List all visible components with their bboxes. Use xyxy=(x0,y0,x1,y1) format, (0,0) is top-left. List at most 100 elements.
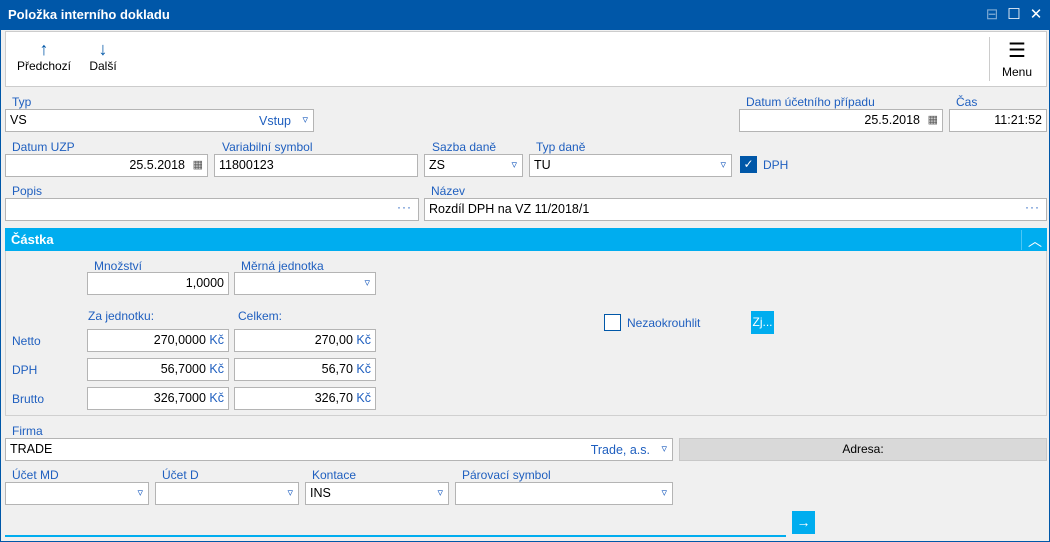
nazev-value: Rozdíl DPH na VZ 11/2018/1 xyxy=(429,202,590,216)
col-total-label: Celkem: xyxy=(238,309,283,323)
firma-input[interactable]: TRADE Trade, a.s. ▿ xyxy=(5,438,673,461)
toolbar xyxy=(5,31,1047,87)
sazba-value: ZS xyxy=(429,158,445,172)
previous-button[interactable]: ↑ Předchozí xyxy=(13,39,75,73)
typ-value: VS xyxy=(10,113,27,127)
dropdown-icon[interactable]: ▿ xyxy=(302,113,308,126)
dph-checkbox-label[interactable]: DPH xyxy=(763,158,788,172)
typ-dane-value: TU xyxy=(534,158,551,172)
datum-up-label: Datum účetního případu xyxy=(746,95,875,109)
dropdown-icon[interactable]: ▿ xyxy=(137,486,143,499)
sazba-label: Sazba daně xyxy=(432,140,497,154)
arrow-right-button[interactable]: → xyxy=(792,511,815,534)
calendar-icon[interactable]: ▦ xyxy=(193,158,203,171)
currency: Kč xyxy=(356,391,371,405)
dropdown-icon[interactable]: ▿ xyxy=(511,158,517,171)
sazba-select[interactable]: ZS ▿ xyxy=(424,154,523,177)
netto-label: Netto xyxy=(12,334,41,348)
ucet-d-select[interactable]: ▿ xyxy=(155,482,299,505)
cas-input[interactable]: 11:21:52 xyxy=(949,109,1047,132)
currency: Kč xyxy=(209,362,224,376)
dropdown-icon[interactable]: ▿ xyxy=(661,486,667,499)
kontace-select[interactable]: INS ▿ xyxy=(305,482,449,505)
bottom-line xyxy=(5,535,786,537)
datum-uzp-input[interactable]: 25.5.2018 ▦ xyxy=(5,154,208,177)
window-title: Položka interního dokladu xyxy=(8,7,170,22)
parovaci-label: Párovací symbol xyxy=(462,468,551,482)
firma-label: Firma xyxy=(12,424,43,438)
nezaokrouhlit-label[interactable]: Nezaokrouhlit xyxy=(627,316,700,330)
brutto-unit-input[interactable]: 326,7000 Kč xyxy=(87,387,229,410)
datum-up-input[interactable]: 25.5.2018 ▦ xyxy=(739,109,943,132)
dropdown-icon[interactable]: ▿ xyxy=(364,276,370,289)
kontace-value: INS xyxy=(310,486,331,500)
dropdown-icon[interactable]: ▿ xyxy=(287,486,293,499)
hamburger-icon: ☰ xyxy=(1008,40,1026,62)
datum-uzp-value: 25.5.2018 xyxy=(129,158,185,172)
dock-icon[interactable]: ⊟ xyxy=(983,6,1001,24)
castka-section-header[interactable]: Částka xyxy=(5,228,1047,251)
cas-value: 11:21:52 xyxy=(994,113,1042,127)
netto-total-input[interactable]: 270,00 Kč xyxy=(234,329,376,352)
nezaokrouhlit-checkbox[interactable] xyxy=(604,314,621,331)
next-button[interactable]: ↓ Další xyxy=(83,39,123,73)
calendar-icon[interactable]: ▦ xyxy=(928,113,938,126)
col-unit-label: Za jednotku: xyxy=(88,309,155,323)
brutto-label: Brutto xyxy=(12,392,45,406)
mnozstvi-input[interactable]: 1,0000 xyxy=(87,272,229,295)
datum-uzp-label: Datum UZP xyxy=(12,140,75,154)
nazev-label: Název xyxy=(431,184,466,198)
netto-total-value: 270,00 xyxy=(314,333,353,347)
parovaci-select[interactable]: ▿ xyxy=(455,482,673,505)
netto-unit-value: 270,0000 xyxy=(153,333,206,347)
dph-unit-input[interactable]: 56,7000 Kč xyxy=(87,358,229,381)
var-symbol-value: 11800123 xyxy=(219,158,274,172)
arrow-up-icon: ↑ xyxy=(39,39,49,59)
dropdown-icon[interactable]: ▿ xyxy=(720,158,726,171)
mnozstvi-value: 1,0000 xyxy=(185,276,224,290)
brutto-total-value: 326,70 xyxy=(314,391,353,405)
menu-button[interactable]: ☰ Menu xyxy=(997,41,1037,79)
dph-total-input[interactable]: 56,70 Kč xyxy=(234,358,376,381)
close-icon[interactable]: ✕ xyxy=(1027,6,1045,24)
typ-text: Vstup xyxy=(259,114,291,128)
more-icon[interactable]: ··· xyxy=(1025,200,1040,214)
currency: Kč xyxy=(356,333,371,347)
ucet-md-select[interactable]: ▿ xyxy=(5,482,149,505)
var-symbol-label: Variabilní symbol xyxy=(222,140,313,154)
address-button[interactable]: Adresa: xyxy=(679,438,1047,461)
typ-label: Typ xyxy=(12,95,32,109)
currency: Kč xyxy=(209,391,224,405)
typ-dane-select[interactable]: TU ▿ xyxy=(529,154,732,177)
firma-value: TRADE xyxy=(10,442,53,456)
zj-button[interactable]: Zj... xyxy=(751,311,774,334)
brutto-total-input[interactable]: 326,70 Kč xyxy=(234,387,376,410)
dph-checkbox[interactable]: ✓ xyxy=(740,156,757,173)
dph-unit-value: 56,7000 xyxy=(160,362,206,376)
previous-label: Předchozí xyxy=(16,59,72,73)
netto-unit-input[interactable]: 270,0000 Kč xyxy=(87,329,229,352)
ucet-d-label: Účet D xyxy=(162,468,199,482)
nazev-input[interactable]: Rozdíl DPH na VZ 11/2018/1 ··· xyxy=(424,198,1047,221)
mj-select[interactable]: ▿ xyxy=(234,272,376,295)
chevron-up-icon[interactable]: ︿ xyxy=(1024,229,1046,251)
datum-up-value: 25.5.2018 xyxy=(864,113,920,127)
currency: Kč xyxy=(356,362,371,376)
maximize-icon[interactable]: ☐ xyxy=(1005,6,1023,24)
menu-label: Menu xyxy=(1001,65,1033,79)
dropdown-icon[interactable]: ▿ xyxy=(437,486,443,499)
var-symbol-input[interactable]: 11800123 xyxy=(214,154,418,177)
mj-label: Měrná jednotka xyxy=(241,259,324,273)
dropdown-icon[interactable]: ▿ xyxy=(661,442,667,455)
popis-input[interactable]: ··· xyxy=(5,198,419,221)
typ-input[interactable]: VS Vstup ▿ xyxy=(5,109,314,132)
title-bar: Položka interního dokladu xyxy=(1,1,1050,30)
more-icon[interactable]: ··· xyxy=(397,200,412,214)
arrow-down-icon: ↓ xyxy=(98,39,108,59)
firma-text: Trade, a.s. xyxy=(590,443,650,457)
brutto-unit-value: 326,7000 xyxy=(153,391,206,405)
kontace-label: Kontace xyxy=(312,468,357,482)
popis-label: Popis xyxy=(12,184,43,198)
collapse-divider xyxy=(1021,230,1022,250)
dph-total-value: 56,70 xyxy=(321,362,353,376)
